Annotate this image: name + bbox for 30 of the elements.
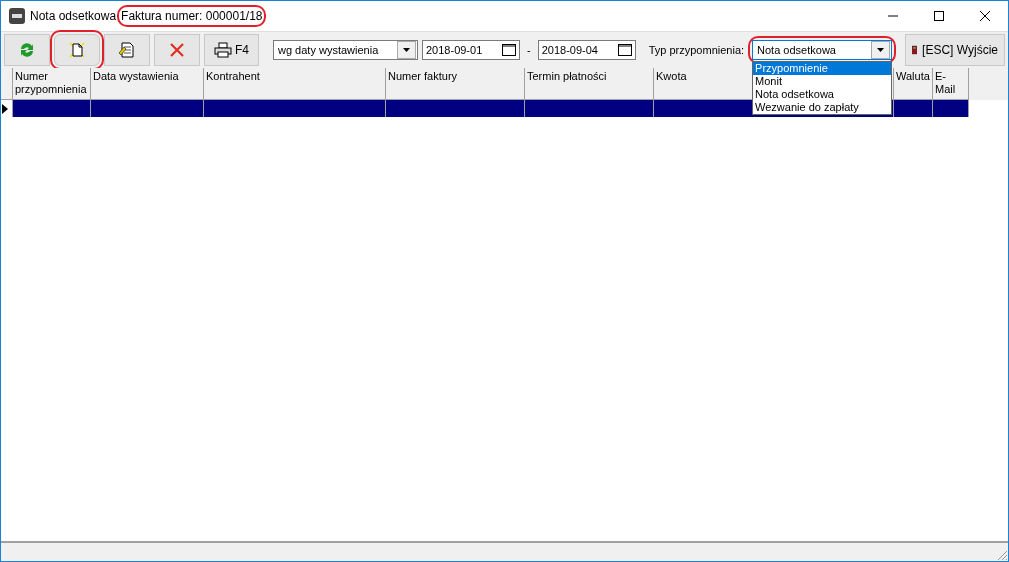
window-title: Nota odsetkowa: [30, 9, 117, 23]
row-pointer-icon: [1, 103, 9, 114]
calendar-icon[interactable]: [617, 44, 632, 56]
calendar-icon[interactable]: [502, 44, 516, 56]
dropdown-option[interactable]: Monit: [753, 75, 892, 88]
dropdown-arrow-icon: [876, 47, 886, 53]
edit-document-icon: [118, 41, 136, 59]
date-separator: -: [527, 44, 531, 56]
dropdown-arrow-icon: [402, 47, 411, 53]
sort-dropdown[interactable]: wg daty wystawienia: [273, 40, 418, 60]
resize-grip-icon[interactable]: [996, 549, 1008, 561]
delete-icon: [169, 42, 185, 58]
dropdown-option[interactable]: Nota odsetkowa: [753, 88, 892, 101]
close-icon: [980, 11, 990, 21]
date-to-field[interactable]: 2018-09-04: [537, 40, 636, 60]
printer-icon: [214, 42, 232, 58]
dropdown-option[interactable]: Przypomnienie: [753, 62, 892, 75]
app-icon: [9, 8, 25, 24]
print-button[interactable]: F4: [204, 34, 259, 66]
maximize-icon: [934, 11, 944, 21]
date-from-field[interactable]: 2018-09-01: [422, 40, 520, 60]
type-dropdown[interactable]: Nota odsetkowa: [752, 40, 893, 60]
exit-button[interactable]: [ESC] Wyjście: [905, 34, 1005, 66]
new-document-icon: [69, 42, 85, 58]
refresh-icon: [18, 41, 36, 59]
refresh-button[interactable]: [4, 34, 50, 66]
edit-button[interactable]: [104, 34, 150, 66]
type-label: Typ przypomnienia:: [648, 44, 745, 56]
header-corner: [1, 68, 13, 100]
delete-button[interactable]: [154, 34, 200, 66]
